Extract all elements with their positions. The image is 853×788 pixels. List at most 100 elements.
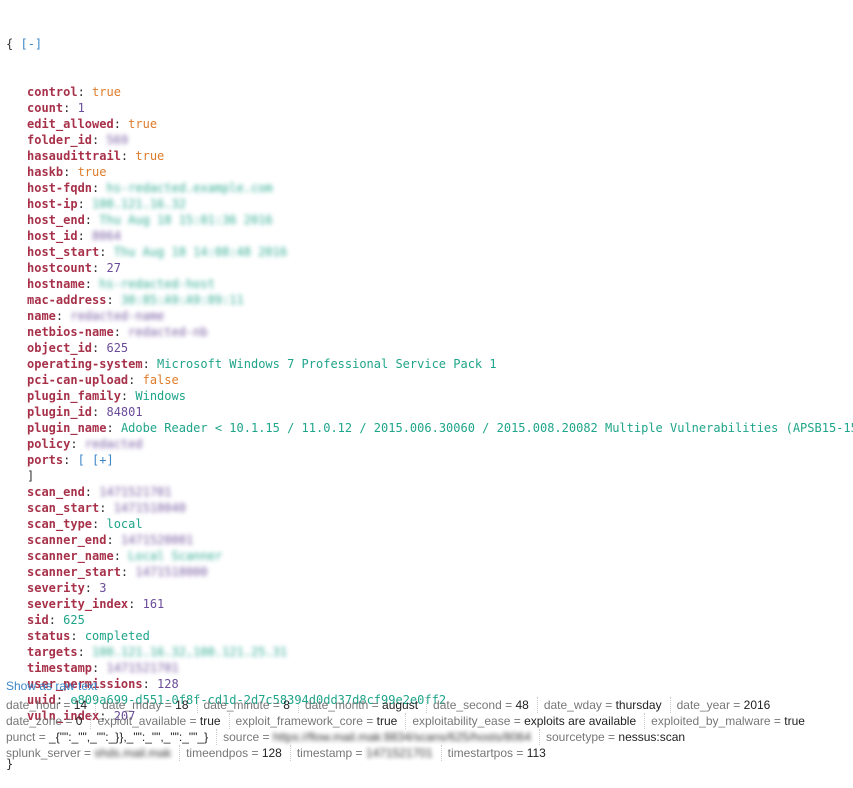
extracted-field[interactable]: exploit_available = true — [97, 713, 230, 729]
extracted-field[interactable]: date_wday = thursday — [544, 697, 671, 713]
field-key[interactable]: netbios-name — [27, 325, 114, 339]
field-value[interactable]: true — [135, 149, 164, 163]
field-value[interactable]: 0 — [76, 714, 83, 728]
field-value[interactable]: 113 — [527, 746, 546, 760]
extracted-field[interactable]: sourcetype = nessus:scan — [546, 729, 693, 745]
field-key[interactable]: hostname — [27, 277, 85, 291]
field-value[interactable]: true — [784, 714, 805, 728]
field-value[interactable]: 2016 — [744, 698, 771, 712]
field-key[interactable]: host_start — [27, 245, 99, 259]
field-value[interactable]: Local Scanner — [128, 549, 222, 563]
field-value[interactable]: 18 — [175, 698, 188, 712]
field-key[interactable]: policy — [27, 437, 70, 451]
field-key[interactable]: folder_id — [27, 133, 92, 147]
field-value[interactable]: 1471520001 — [121, 533, 193, 547]
extracted-field[interactable]: exploitability_ease = exploits are avail… — [412, 713, 646, 729]
field-value[interactable]: _{"":_"",_"":_}},_"":_"",_"":_""_} — [49, 730, 208, 744]
extracted-field[interactable]: date_mday = 18 — [102, 697, 198, 713]
extracted-field[interactable]: timeendpos = 128 — [186, 745, 291, 761]
extracted-field[interactable]: date_year = 2016 — [677, 697, 779, 713]
field-value[interactable]: Microsoft Windows 7 Professional Service… — [157, 357, 497, 371]
field-key[interactable]: severity — [27, 581, 85, 595]
show-raw-text-link[interactable]: Show as raw text — [6, 679, 97, 693]
field-key[interactable]: count — [27, 101, 63, 115]
field-key[interactable]: severity_index — [27, 597, 128, 611]
field-value[interactable]: august — [382, 698, 418, 712]
extracted-field[interactable]: timestamp = 1471521701 — [297, 745, 442, 761]
field-value[interactable]: 1471521701 — [366, 746, 433, 760]
field-key[interactable]: targets — [27, 645, 78, 659]
extracted-field[interactable]: timestartpos = 113 — [448, 745, 554, 761]
field-key[interactable]: pci-can-upload — [27, 373, 128, 387]
field-value[interactable]: 48 — [515, 698, 528, 712]
extracted-field[interactable]: date_month = august — [305, 697, 428, 713]
field-value[interactable]: 30:85:A9:A9:89:11 — [121, 293, 244, 307]
field-key[interactable]: ports — [27, 453, 63, 467]
field-key[interactable]: object_id — [27, 341, 92, 355]
extracted-field[interactable]: exploited_by_malware = true — [651, 713, 813, 729]
field-key[interactable]: scanner_end — [27, 533, 106, 547]
field-key[interactable]: control — [27, 85, 78, 99]
field-value[interactable]: Adobe Reader < 10.1.15 / 11.0.12 / 2015.… — [121, 421, 853, 435]
field-key[interactable]: scan_end — [27, 485, 85, 499]
extracted-field[interactable]: date_minute = 8 — [204, 697, 299, 713]
field-key[interactable]: host_id — [27, 229, 78, 243]
field-key[interactable]: host-fqdn — [27, 181, 92, 195]
field-key[interactable]: edit_allowed — [27, 117, 114, 131]
field-value[interactable]: 128 — [262, 746, 282, 760]
field-key[interactable]: status — [27, 629, 70, 643]
field-value[interactable]: redacted-nb — [128, 325, 207, 339]
field-value[interactable]: exploits are available — [524, 714, 636, 728]
field-value[interactable]: 27 — [106, 261, 120, 275]
field-value[interactable]: 84801 — [106, 405, 142, 419]
field-key[interactable]: haskb — [27, 165, 63, 179]
field-value[interactable]: completed — [85, 629, 150, 643]
extracted-field[interactable]: date_hour = 14 — [6, 697, 97, 713]
field-value[interactable]: shds.mail.mak — [94, 746, 171, 760]
field-value[interactable]: 128 — [157, 677, 179, 691]
field-key[interactable]: scanner_start — [27, 565, 121, 579]
field-key[interactable]: scan_type — [27, 517, 92, 531]
field-value[interactable]: 3 — [99, 581, 106, 595]
field-value[interactable]: true — [377, 714, 398, 728]
field-value[interactable]: 161 — [143, 597, 165, 611]
field-value[interactable]: 100.121.16.32,100.121.25.31 — [92, 645, 287, 659]
field-value[interactable]: true — [200, 714, 221, 728]
field-value[interactable]: thursday — [616, 698, 662, 712]
field-value[interactable]: https://flow.mail.mak:8834/scans/625/hos… — [273, 730, 531, 744]
field-value[interactable]: 625 — [63, 613, 85, 627]
field-key[interactable]: timestamp — [27, 661, 92, 675]
field-key[interactable]: plugin_name — [27, 421, 106, 435]
field-key[interactable]: plugin_family — [27, 389, 121, 403]
field-value[interactable]: 1471521701 — [106, 661, 178, 675]
field-value[interactable]: redacted — [85, 437, 143, 451]
field-value[interactable]: 625 — [106, 341, 128, 355]
extracted-field[interactable]: source = https://flow.mail.mak:8834/scan… — [223, 729, 540, 745]
extracted-field[interactable]: date_second = 48 — [433, 697, 538, 713]
field-value[interactable]: Thu Aug 18 14:08:48 2016 — [114, 245, 287, 259]
extracted-field[interactable]: splunk_server = shds.mail.mak — [6, 745, 181, 761]
extracted-field[interactable]: date_zone = 0 — [6, 713, 92, 729]
field-key[interactable]: mac-address — [27, 293, 106, 307]
field-value[interactable]: false — [143, 373, 179, 387]
field-value[interactable]: hs-redacted-host — [99, 277, 215, 291]
field-key[interactable]: scan_start — [27, 501, 99, 515]
field-key[interactable]: host_end — [27, 213, 85, 227]
field-value[interactable]: 8 — [283, 698, 290, 712]
field-value[interactable]: Windows — [135, 389, 186, 403]
field-value[interactable]: hs-redacted.example.com — [106, 181, 272, 195]
field-value[interactable]: 1471518040 — [114, 501, 186, 515]
field-key[interactable]: hostcount — [27, 261, 92, 275]
field-value[interactable]: 1471521701 — [99, 485, 171, 499]
field-value[interactable]: true — [128, 117, 157, 131]
collapse-toggle[interactable]: [-] — [20, 37, 42, 51]
field-value[interactable]: local — [106, 517, 142, 531]
field-value[interactable]: 1471518000 — [135, 565, 207, 579]
field-key[interactable]: hasaudittrail — [27, 149, 121, 163]
field-value[interactable]: Thu Aug 18 15:01:36 2016 — [99, 213, 272, 227]
field-key[interactable]: operating-system — [27, 357, 143, 371]
field-value[interactable]: 8064 — [92, 229, 121, 243]
field-value[interactable]: true — [78, 165, 107, 179]
field-value[interactable]: true — [92, 85, 121, 99]
extracted-field[interactable]: punct = _{"":_"",_"":_}},_"":_"",_"":_""… — [6, 729, 218, 745]
